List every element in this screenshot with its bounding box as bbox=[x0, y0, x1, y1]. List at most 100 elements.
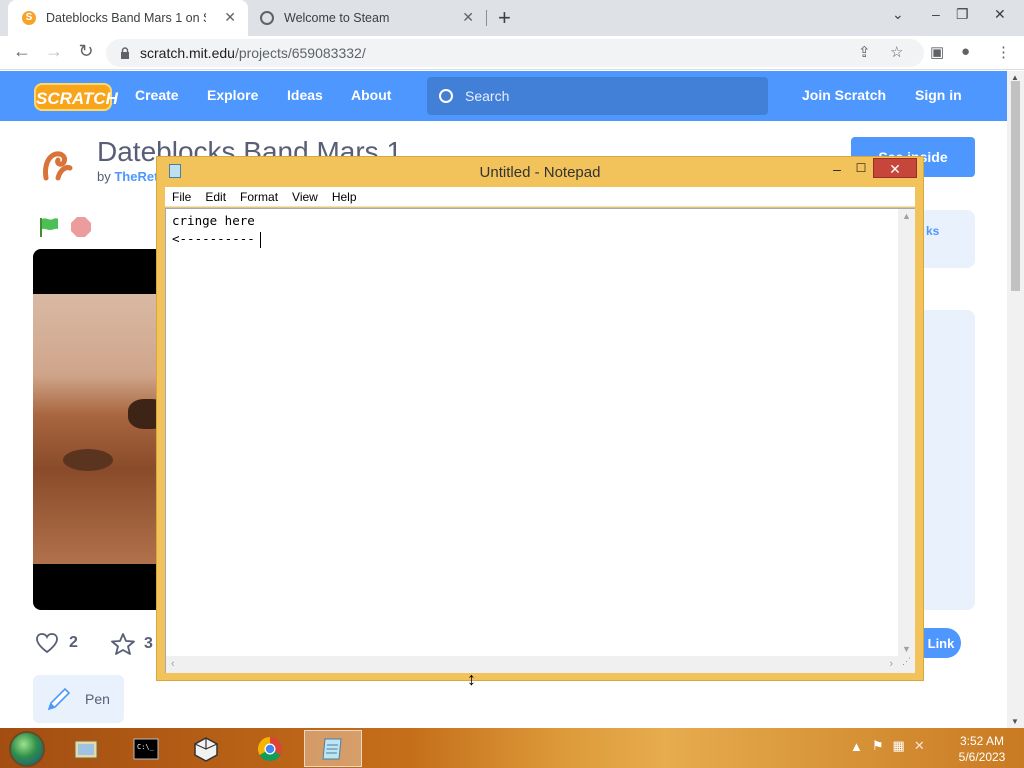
notepad-menubar: File Edit Format View Help bbox=[165, 187, 915, 207]
action-center-flag-icon[interactable]: ⚑ bbox=[872, 738, 884, 754]
network-icon[interactable]: ▦ bbox=[893, 738, 905, 754]
star-icon bbox=[111, 633, 135, 655]
maximize-button[interactable]: ☐ bbox=[849, 161, 873, 179]
clock-time: 3:52 AM bbox=[959, 734, 1005, 748]
globe-favicon-icon bbox=[260, 11, 274, 25]
notepad-titlebar[interactable]: Untitled - Notepad – ☐ ✕ bbox=[157, 157, 923, 187]
profile-avatar-icon[interactable]: ● bbox=[961, 43, 970, 60]
nav-explore[interactable]: Explore bbox=[207, 87, 258, 103]
nav-create[interactable]: Create bbox=[135, 87, 179, 103]
search-icon bbox=[439, 89, 453, 103]
menu-format[interactable]: Format bbox=[233, 190, 285, 204]
extension-label: Pen bbox=[85, 691, 110, 707]
system-tray: ▲ ⚑ ▦ ✕ bbox=[850, 738, 925, 754]
project-author: by TheRet bbox=[97, 169, 158, 184]
scratch-logo[interactable]: SCRATCH bbox=[34, 83, 118, 111]
menu-view[interactable]: View bbox=[285, 190, 325, 204]
favorite-counter[interactable]: 3 bbox=[110, 632, 153, 656]
browser-toolbar: ← → ↻ scratch.mit.edu/projects/659083332… bbox=[0, 36, 1024, 70]
horizontal-scrollbar[interactable]: ‹ › bbox=[166, 656, 898, 673]
scrollbar-thumb[interactable] bbox=[1011, 81, 1020, 291]
scratch-navbar: SCRATCH Create Explore Ideas About Join … bbox=[0, 71, 1007, 121]
scroll-down-arrow-icon[interactable]: ▼ bbox=[1011, 717, 1019, 726]
lock-icon bbox=[121, 47, 129, 59]
notepad-editor[interactable]: cringe here <---------- ▲ ▼ ‹ › ⋰ bbox=[165, 208, 915, 673]
project-notes-panel: ks bbox=[922, 210, 975, 268]
chrome-icon bbox=[257, 736, 282, 761]
menu-help[interactable]: Help bbox=[325, 190, 364, 204]
project-stage[interactable] bbox=[33, 249, 173, 610]
tab-search-chevron-icon[interactable]: ⌄ bbox=[892, 6, 904, 23]
address-bar[interactable]: scratch.mit.edu/projects/659083332/ bbox=[106, 39, 924, 67]
page-scrollbar[interactable]: ▲ ▼ bbox=[1007, 71, 1024, 728]
svg-text:C:\_: C:\_ bbox=[137, 743, 155, 751]
tab-separator bbox=[486, 10, 487, 26]
sign-in-link[interactable]: Sign in bbox=[915, 87, 962, 103]
vertical-resize-cursor-icon: ↕ bbox=[467, 669, 476, 689]
cube-app-icon bbox=[194, 736, 218, 762]
taskbar-clock[interactable]: 3:52 AM 5/6/2023 bbox=[952, 733, 1012, 765]
author-avatar[interactable] bbox=[40, 148, 76, 184]
browser-tab-strip: S Dateblocks Band Mars 1 on Scratch ✕ We… bbox=[0, 0, 1024, 36]
clock-date: 5/6/2023 bbox=[958, 750, 1006, 764]
url-host: scratch.mit.edu bbox=[140, 45, 235, 61]
tab-close-icon[interactable]: ✕ bbox=[224, 9, 236, 26]
scratch-search-box[interactable] bbox=[427, 77, 768, 115]
show-hidden-icons-icon[interactable]: ▲ bbox=[850, 739, 863, 754]
notepad-app-icon bbox=[322, 738, 342, 759]
join-scratch-link[interactable]: Join Scratch bbox=[802, 87, 886, 103]
notepad-title: Untitled - Notepad bbox=[479, 164, 601, 181]
author-link[interactable]: TheRet bbox=[114, 169, 158, 184]
tab-steam[interactable]: Welcome to Steam ✕ bbox=[250, 0, 486, 36]
vertical-scrollbar[interactable]: ▲ ▼ bbox=[898, 209, 915, 656]
tab-scratch-project[interactable]: S Dateblocks Band Mars 1 on Scratch ✕ bbox=[8, 0, 248, 36]
scroll-right-arrow-icon[interactable]: › bbox=[889, 658, 893, 670]
browser-menu-icon[interactable]: ⋮ bbox=[996, 43, 1011, 61]
start-button[interactable] bbox=[9, 731, 45, 767]
menu-edit[interactable]: Edit bbox=[198, 190, 233, 204]
browser-close-button[interactable]: ✕ bbox=[994, 6, 1006, 23]
search-input[interactable] bbox=[465, 88, 745, 104]
panel-text-fragment: ks bbox=[926, 224, 940, 238]
reload-icon[interactable]: ↻ bbox=[74, 41, 98, 62]
resize-grip-icon[interactable]: ⋰ bbox=[898, 656, 915, 673]
pen-extension-tag[interactable]: Pen bbox=[33, 675, 124, 723]
pen-icon bbox=[47, 687, 71, 711]
windows-taskbar: C:\_ ▲ ⚑ ▦ ✕ 3:52 AM 5/6/2023 bbox=[0, 728, 1024, 768]
taskbar-app-chrome[interactable] bbox=[241, 730, 299, 767]
green-flag-icon[interactable] bbox=[38, 216, 60, 238]
scratch-favicon-icon: S bbox=[22, 11, 36, 25]
scroll-down-arrow-icon[interactable]: ▼ bbox=[902, 644, 911, 654]
browser-restore-button[interactable]: ❐ bbox=[956, 6, 969, 23]
volume-muted-icon[interactable]: ✕ bbox=[914, 738, 925, 754]
notepad-window[interactable]: Untitled - Notepad – ☐ ✕ File Edit Forma… bbox=[156, 156, 924, 681]
bookmark-star-icon[interactable]: ☆ bbox=[890, 43, 903, 61]
side-panel-icon[interactable]: ▣ bbox=[930, 43, 944, 61]
command-prompt-icon: C:\_ bbox=[133, 738, 159, 759]
new-tab-button[interactable]: + bbox=[498, 5, 511, 31]
scroll-left-arrow-icon[interactable]: ‹ bbox=[171, 658, 175, 670]
stop-sign-icon[interactable] bbox=[71, 217, 91, 237]
share-icon[interactable]: ⇪ bbox=[858, 43, 871, 61]
love-counter[interactable]: 2 bbox=[35, 632, 78, 654]
taskbar-app-explorer[interactable] bbox=[57, 730, 115, 767]
browser-minimize-button[interactable]: – bbox=[932, 6, 940, 22]
tab-title: Welcome to Steam bbox=[284, 11, 390, 25]
scroll-up-arrow-icon[interactable]: ▲ bbox=[902, 211, 911, 221]
notepad-text-area[interactable]: cringe here <---------- bbox=[172, 212, 897, 652]
taskbar-app-game[interactable] bbox=[177, 730, 235, 767]
back-arrow-icon[interactable]: ← bbox=[10, 41, 34, 62]
file-explorer-icon bbox=[74, 740, 98, 758]
tab-close-icon[interactable]: ✕ bbox=[462, 9, 474, 26]
favorite-count: 3 bbox=[144, 635, 153, 652]
close-button[interactable]: ✕ bbox=[873, 158, 917, 178]
tab-title: Dateblocks Band Mars 1 on Scratch bbox=[46, 11, 206, 25]
minimize-button[interactable]: – bbox=[825, 161, 849, 179]
taskbar-app-terminal[interactable]: C:\_ bbox=[117, 730, 175, 767]
nav-about[interactable]: About bbox=[351, 87, 391, 103]
forward-arrow-icon[interactable]: → bbox=[42, 41, 66, 62]
text-caret bbox=[260, 232, 261, 248]
menu-file[interactable]: File bbox=[165, 190, 198, 204]
nav-ideas[interactable]: Ideas bbox=[287, 87, 323, 103]
taskbar-app-notepad[interactable] bbox=[304, 730, 362, 767]
